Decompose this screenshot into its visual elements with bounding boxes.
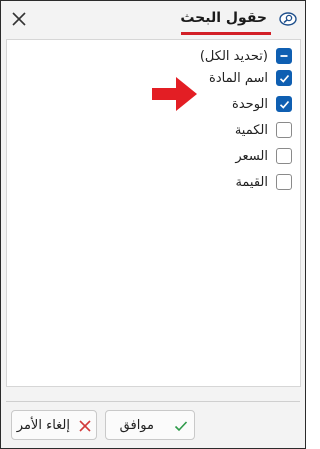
list-item-quantity[interactable]: الكمية (92, 118, 292, 142)
check-icon (174, 421, 188, 432)
ok-button-label: موافق (119, 418, 154, 433)
list-item-label: (تحديد الكل) (199, 48, 268, 64)
checkmark-icon (279, 74, 289, 83)
list-item-label: اسم المادة (209, 70, 268, 86)
ok-button[interactable]: موافق (105, 410, 195, 440)
indeterminate-icon (280, 55, 288, 57)
list-item-label: السعر (235, 148, 268, 164)
list-item-select-all[interactable]: (تحديد الكل) (92, 44, 292, 68)
title-underline (181, 32, 271, 35)
list-item-value[interactable]: القيمة (92, 170, 292, 194)
footer-divider (6, 401, 300, 402)
cancel-button-label: إلغاء الأمر (16, 418, 70, 433)
price-checkbox[interactable] (276, 148, 292, 164)
select-all-checkbox[interactable] (276, 48, 292, 64)
fields-list: (تحديد الكل) اسم المادة الوحدة الكمية ال… (6, 39, 301, 387)
material-name-checkbox[interactable] (276, 70, 292, 86)
list-item-label: الوحدة (232, 96, 268, 112)
search-fields-dialog: حقول البحث (تحديد الكل) اسم المادة الوحد… (0, 0, 306, 449)
cancel-button[interactable]: إلغاء الأمر (11, 410, 97, 440)
x-icon (79, 420, 91, 432)
unit-checkbox[interactable] (276, 96, 292, 112)
red-arrow-icon (152, 77, 197, 111)
quantity-checkbox[interactable] (276, 122, 292, 138)
search-window-icon (279, 12, 297, 26)
title-bar: حقول البحث (1, 1, 305, 39)
list-item-label: القيمة (235, 174, 268, 190)
close-icon[interactable] (10, 10, 28, 28)
list-item-price[interactable]: السعر (92, 144, 292, 168)
dialog-title: حقول البحث (180, 10, 267, 26)
checkmark-icon (279, 100, 289, 109)
list-item-label: الكمية (234, 122, 268, 138)
value-checkbox[interactable] (276, 174, 292, 190)
